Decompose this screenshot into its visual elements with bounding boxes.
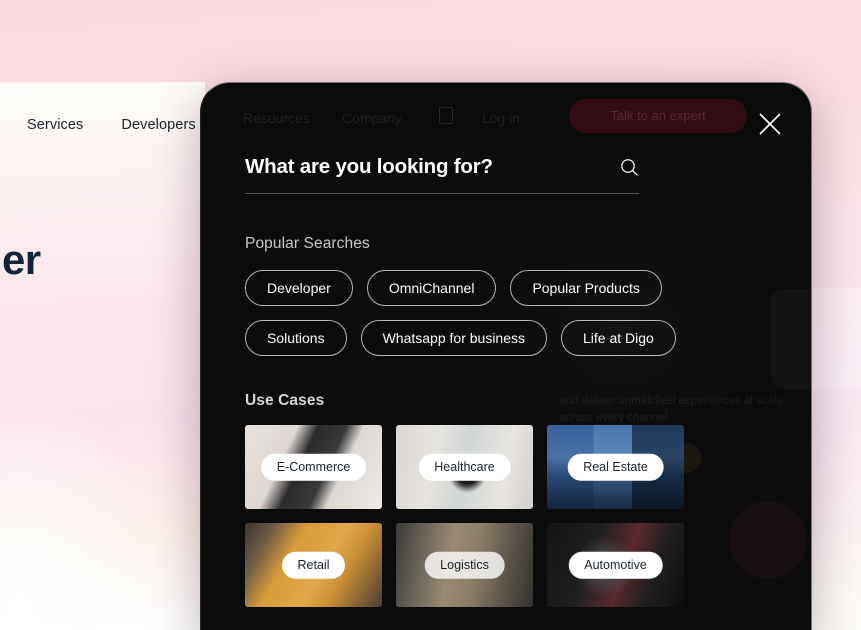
use-case-card-retail[interactable]: Retail — [245, 523, 382, 607]
chip-solutions[interactable]: Solutions — [245, 320, 347, 356]
search-overlay-panel: Resources Company Log in Talk to an expe… — [200, 82, 812, 630]
use-cases-grid: E-Commerce Healthcare Real Estate Retail… — [245, 425, 767, 607]
ghost-bookmark-icon — [439, 107, 453, 124]
chip-whatsapp-for-business[interactable]: Whatsapp for business — [360, 320, 547, 356]
ghost-cta-label: Talk to an expert — [610, 108, 706, 123]
use-case-label-healthcare: Healthcare — [418, 453, 511, 481]
search-input[interactable] — [245, 155, 575, 179]
use-case-card-ecommerce[interactable]: E-Commerce — [245, 425, 382, 509]
nav-item-services[interactable]: Services — [27, 117, 83, 133]
use-case-label-logistics: Logistics — [424, 551, 505, 579]
popular-searches-chips: Developer OmniChannel Popular Products S… — [245, 270, 695, 356]
nav-item-developers[interactable]: Developers — [121, 117, 195, 133]
close-icon[interactable] — [755, 109, 785, 139]
chip-omnichannel[interactable]: OmniChannel — [366, 270, 497, 306]
chip-popular-products[interactable]: Popular Products — [510, 270, 662, 306]
use-case-label-automotive: Automotive — [568, 551, 663, 579]
search-panel-body: Popular Searches Developer OmniChannel P… — [245, 155, 767, 607]
use-case-card-automotive[interactable]: Automotive — [547, 523, 684, 607]
search-icon[interactable] — [620, 158, 639, 177]
ghost-nav: Resources Company Log in — [243, 103, 773, 133]
use-case-card-healthcare[interactable]: Healthcare — [396, 425, 533, 509]
use-case-label-ecommerce: E-Commerce — [260, 453, 367, 481]
use-case-label-retail: Retail — [281, 551, 346, 579]
chip-developer[interactable]: Developer — [245, 270, 353, 306]
use-cases-title: Use Cases — [245, 392, 325, 409]
ghost-nav-item-resources: Resources — [243, 110, 310, 126]
search-field-row — [245, 155, 639, 194]
ghost-nav-item-login: Log in — [481, 110, 520, 126]
use-case-label-real-estate: Real Estate — [567, 453, 664, 481]
chip-life-at-digo[interactable]: Life at Digo — [561, 320, 676, 356]
use-case-card-logistics[interactable]: Logistics — [396, 523, 533, 607]
popular-searches-title: Popular Searches — [245, 235, 370, 252]
ghost-decor-card — [771, 289, 811, 389]
ghost-cta-button: Talk to an expert — [569, 99, 747, 133]
ghost-nav-item-company: Company — [341, 110, 402, 126]
use-case-card-real-estate[interactable]: Real Estate — [547, 425, 684, 509]
